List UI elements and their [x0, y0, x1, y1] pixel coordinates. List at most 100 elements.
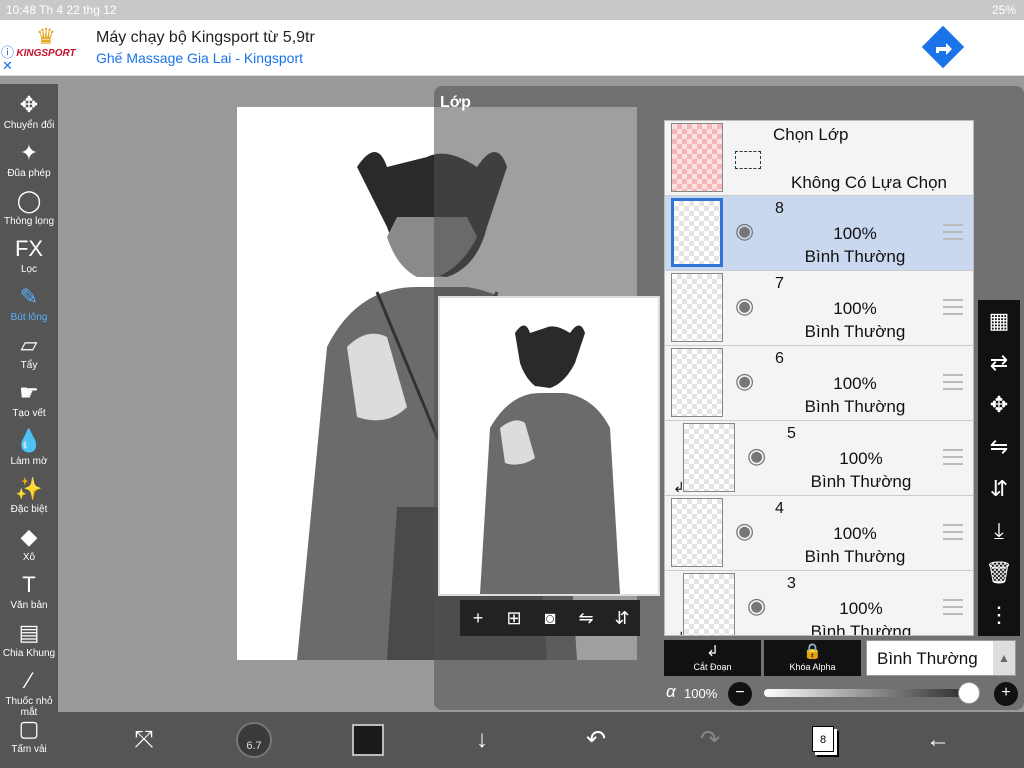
tool-move[interactable]: ✥ Chuyển đổi — [0, 90, 58, 138]
selection-layer-row[interactable]: Chọn Lớp Không Có Lựa Chọn — [665, 121, 973, 196]
down-arrow-icon[interactable]: ↓ — [458, 712, 506, 768]
clip-indicator-icon: ↲ — [673, 479, 685, 495]
tool-label: Tạo vết — [12, 408, 46, 419]
flip-vertical-icon[interactable]: ⇵ — [604, 600, 640, 636]
eye-icon[interactable]: ◉ — [735, 370, 763, 392]
clip-arrow-icon: ↲ — [706, 643, 719, 660]
back-icon[interactable]: ← — [914, 712, 962, 768]
eye-icon[interactable]: ◉ — [735, 295, 763, 317]
ad-banner[interactable]: ⓘ ✕ ♛ KINGSPORT Máy chạy bộ Kingsport từ… — [0, 20, 1024, 76]
eye-icon[interactable]: ◉ — [747, 445, 775, 467]
layer-row[interactable]: ◉ 6 100% Bình Thường — [665, 346, 973, 421]
layer-thumbnail — [671, 348, 723, 417]
transform-icon[interactable]: ⇄ — [978, 342, 1020, 384]
alpha-lock-button[interactable]: 🔒 Khóa Alpha — [764, 640, 861, 676]
move-layer-icon[interactable]: ✥ — [978, 384, 1020, 426]
layer-opacity: 100% — [833, 374, 877, 393]
quick-select-icon[interactable]: ⤧ — [120, 712, 168, 768]
ad-headline[interactable]: Máy chạy bộ Kingsport từ 5,9tr — [96, 29, 315, 47]
opacity-slider[interactable] — [764, 689, 976, 697]
bottom-toolbar: ⤧ 6.7 ↓ ↶ ↷ 8 ← — [58, 712, 1024, 768]
layer-blend-mode: Bình Thường — [804, 397, 906, 416]
eye-icon[interactable]: ◉ — [735, 220, 763, 242]
tool-label: Lọc — [20, 264, 38, 275]
layer-thumbnail — [683, 573, 735, 635]
layer-row[interactable]: ↲ ◉ 3 100% Bình Thường — [665, 571, 973, 636]
opacity-minus-button[interactable]: − — [728, 682, 752, 706]
directions-icon[interactable] — [920, 24, 966, 70]
color-swatch[interactable] — [352, 724, 384, 756]
drag-handle-icon[interactable] — [943, 599, 963, 615]
layer-opacity: 100% — [833, 224, 877, 243]
layer-opacity: 100% — [839, 449, 883, 468]
move-icon: ✥ — [19, 92, 39, 117]
eyedropper-icon: ⁄ — [27, 668, 31, 693]
cut-button[interactable]: ↲ Cắt Đoạn — [664, 640, 761, 676]
layer-thumbnail — [683, 423, 735, 492]
flip-vertical-icon[interactable]: ⇵ — [978, 468, 1020, 510]
camera-icon[interactable]: ◙ — [532, 600, 568, 636]
lock-icon: 🔒 — [803, 643, 822, 660]
selection-rect-icon — [735, 151, 761, 169]
opacity-value: 100% — [684, 686, 718, 701]
ad-subline[interactable]: Ghế Massage Gia Lai - Kingsport — [96, 50, 303, 66]
layer-number: 5 — [787, 425, 796, 442]
status-battery: 25% — [991, 3, 1016, 17]
layer-row[interactable]: ◉ 8 100% Bình Thường — [665, 196, 973, 271]
tool-brush[interactable]: ✎ Bút lông — [0, 282, 58, 330]
right-toolbar: ▦ ⇄ ✥ ⇋ ⇵ ⤓ 🗑 ⋮ — [978, 300, 1020, 636]
tool-label: Thòng lọng — [3, 216, 55, 227]
eye-icon[interactable]: ◉ — [747, 595, 775, 617]
tool-lasso[interactable]: ◯ Thòng lọng — [0, 186, 58, 234]
close-ad-icon[interactable]: ✕ — [2, 58, 13, 74]
drag-handle-icon[interactable] — [943, 524, 963, 540]
tool-bucket[interactable]: ◆ Xô — [0, 522, 58, 570]
tool-eraser[interactable]: ▱ Tẩy — [0, 330, 58, 378]
blend-mode-select[interactable]: Bình Thường ▲ — [866, 640, 1016, 676]
trash-icon[interactable]: 🗑 — [978, 552, 1020, 594]
opacity-slider-knob[interactable] — [958, 682, 980, 704]
drag-handle-icon[interactable] — [943, 224, 963, 240]
brush-size-button[interactable]: 6.7 — [236, 722, 272, 758]
layer-blend-mode: Bình Thường — [804, 322, 906, 341]
duplicate-layer-icon[interactable]: ⊞ — [496, 600, 532, 636]
layer-row[interactable]: ↲ ◉ 5 100% Bình Thường — [665, 421, 973, 496]
tool-frame-divider[interactable]: ▤ Chia Khung — [0, 618, 58, 666]
tool-eyedropper[interactable]: ⁄ Thuốc nhỏ mắt — [0, 666, 58, 718]
layer-blend-mode: Bình Thường — [810, 622, 912, 636]
special-icon: ✨ — [15, 476, 43, 501]
tool-text[interactable]: T Văn bản — [0, 570, 58, 618]
layer-row[interactable]: ◉ 7 100% Bình Thường — [665, 271, 973, 346]
layer-opacity: 100% — [833, 299, 877, 318]
tool-fx[interactable]: FX Lọc — [0, 234, 58, 282]
tool-label: Văn bản — [10, 600, 48, 611]
flip-horizontal-icon[interactable]: ⇋ — [568, 600, 604, 636]
more-icon[interactable]: ⋮ — [978, 594, 1020, 636]
transparency-icon[interactable]: ▦ — [978, 300, 1020, 342]
layer-opacity: 100% — [839, 599, 883, 618]
redo-icon[interactable]: ↷ — [686, 712, 734, 768]
tool-magic-wand[interactable]: ✦ Đũa phép — [0, 138, 58, 186]
tool-smudge[interactable]: ☛ Tạo vết — [0, 378, 58, 426]
tool-blur[interactable]: 💧 Làm mờ — [0, 426, 58, 474]
lasso-icon: ◯ — [16, 188, 42, 213]
merge-down-icon[interactable]: ⤓ — [978, 510, 1020, 552]
tool-canvas[interactable]: ▢ Tấm vải — [0, 714, 58, 762]
opacity-plus-button[interactable]: + — [994, 682, 1018, 706]
drag-handle-icon[interactable] — [943, 449, 963, 465]
layer-list[interactable]: Chọn Lớp Không Có Lựa Chọn ◉ 8 100% Bình Th… — [664, 120, 974, 636]
drag-handle-icon[interactable] — [943, 374, 963, 390]
eye-icon[interactable]: ◉ — [735, 520, 763, 542]
add-layer-icon[interactable]: + — [460, 600, 496, 636]
tool-label: Tẩy — [20, 360, 38, 371]
preview-toolbar: + ⊞ ◙ ⇋ ⇵ — [460, 600, 640, 636]
undo-icon[interactable]: ↶ — [572, 712, 620, 768]
flip-horizontal-icon[interactable]: ⇋ — [978, 426, 1020, 468]
layer-thumbnail — [671, 198, 723, 267]
layers-button[interactable]: 8 — [812, 726, 834, 752]
status-time: 10:48 Th 4 22 thg 12 — [6, 3, 117, 17]
layer-row[interactable]: ◉ 4 100% Bình Thường — [665, 496, 973, 571]
drag-handle-icon[interactable] — [943, 299, 963, 315]
layer-number: 3 — [787, 575, 796, 592]
tool-special[interactable]: ✨ Đặc biệt — [0, 474, 58, 522]
